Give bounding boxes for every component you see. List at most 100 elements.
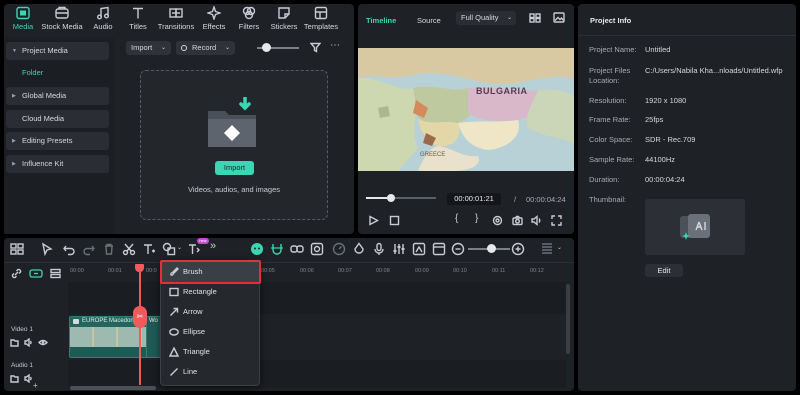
time-separator: / [514, 195, 517, 204]
menu-item-rectangle[interactable]: Rectangle [161, 282, 259, 302]
menu-item-arrow[interactable]: Arrow [161, 302, 259, 322]
value-frame-rate: 25fps [645, 115, 664, 124]
ruler-tick: 00:00 [70, 268, 84, 274]
grid-view-icon[interactable] [529, 13, 541, 23]
track-manager-icon[interactable] [50, 268, 61, 279]
chevron-down-icon: ⌄ [224, 45, 230, 51]
auto-highlight-icon[interactable] [250, 242, 264, 256]
link-clips-icon[interactable] [290, 242, 304, 256]
shapes-draw-icon[interactable] [162, 242, 176, 256]
drop-zone-hint: Videos, audios, and images [187, 185, 280, 194]
project-thumbnail[interactable] [645, 199, 745, 255]
import-button[interactable]: Import [215, 161, 254, 175]
chevron-down-icon: ⌄ [160, 45, 166, 51]
menu-item-line[interactable]: Line [161, 362, 259, 382]
playhead-handle[interactable] [135, 264, 144, 272]
sidebar-item-cloud-media[interactable]: Cloud Media [6, 110, 109, 128]
import-dropdown[interactable]: Import ⌄ [126, 41, 171, 55]
snap-icon[interactable] [270, 242, 284, 256]
layout-grid-icon[interactable] [10, 242, 24, 256]
play-icon[interactable] [368, 215, 379, 226]
map-label-greece: GREECE [420, 152, 446, 158]
arrow-icon [170, 307, 179, 316]
sidebar-item-influence-kit[interactable]: ▶ Influence Kit [6, 155, 109, 173]
add-track-plus-icon[interactable]: + [33, 381, 38, 390]
vertical-scrollbar[interactable] [566, 284, 570, 354]
track-folder-icon[interactable] [10, 338, 19, 347]
quality-dropdown[interactable]: Full Quality ⌄ [456, 11, 516, 25]
camera-snapshot-icon[interactable] [512, 215, 523, 226]
value-project-location: C:/Users/Nabila Kha...nloads/Untitled.wf… [645, 66, 783, 75]
zoom-out-icon[interactable] [451, 242, 465, 256]
track-visibility-icon[interactable] [38, 338, 48, 347]
track-folder-icon[interactable] [10, 374, 19, 383]
sidebar-item-project-media[interactable]: ▼ Project Media [6, 42, 109, 60]
clip-label: Wo [149, 318, 158, 324]
track-mute-icon[interactable] [24, 338, 33, 347]
filter-icon[interactable] [310, 42, 321, 53]
add-track-icon[interactable] [29, 268, 43, 279]
preview-video[interactable]: BULGARIA GREECE [358, 48, 574, 171]
label-resolution: Resolution: [589, 96, 627, 105]
add-text-icon[interactable] [142, 242, 156, 256]
edit-thumbnail-button[interactable]: Edit [645, 264, 683, 277]
more-tools-icon[interactable]: » [210, 240, 216, 252]
playhead-scissors-marker[interactable]: ✂ [133, 306, 147, 328]
label-sample-rate: Sample Rate: [589, 155, 635, 164]
clip-label: EUROPE Macedon [82, 318, 134, 324]
track-mute-icon[interactable] [24, 374, 33, 383]
zoom-slider-handle[interactable] [487, 244, 496, 253]
label-frame-rate: Frame Rate: [589, 115, 631, 124]
clip-video-icon [73, 319, 79, 324]
video-track-header [4, 316, 68, 358]
stickers-tool-icon[interactable] [310, 242, 324, 256]
volume-icon[interactable] [531, 215, 542, 226]
color-match-icon[interactable] [352, 242, 366, 256]
chevron-down-icon[interactable]: ⌄ [177, 244, 182, 251]
playback-handle[interactable] [387, 194, 395, 202]
ai-thumbnail-icon [680, 214, 710, 240]
snapshot-image-icon[interactable] [553, 12, 565, 23]
menu-item-ellipse[interactable]: Ellipse [161, 322, 259, 342]
zoom-in-icon[interactable] [511, 242, 525, 256]
speed-icon[interactable] [332, 242, 346, 256]
tab-templates[interactable]: Templates [299, 6, 343, 34]
chevron-down-icon[interactable]: ⌄ [557, 244, 562, 251]
timeline-layout-icon[interactable] [540, 242, 554, 256]
link-track-icon[interactable] [11, 268, 22, 279]
redo-icon[interactable] [82, 242, 96, 256]
tab-timeline-preview[interactable]: Timeline [366, 16, 396, 25]
microphone-icon[interactable] [372, 242, 386, 256]
slider-handle[interactable] [262, 43, 271, 52]
delete-icon[interactable] [102, 242, 116, 256]
ai-text-icon[interactable] [187, 242, 201, 256]
chevron-down-icon: ⌄ [506, 15, 512, 21]
more-options-icon[interactable]: ⋯ [330, 40, 340, 51]
split-scissors-icon[interactable] [122, 242, 136, 256]
fullscreen-icon[interactable] [551, 215, 562, 226]
undo-icon[interactable] [62, 242, 76, 256]
mark-out-icon[interactable]: } [475, 213, 478, 224]
label-project-location: Project Files Location: [589, 66, 631, 85]
keyframe-icon[interactable] [432, 242, 446, 256]
select-pointer-icon[interactable] [40, 242, 54, 256]
horizontal-scrollbar[interactable] [70, 386, 156, 390]
audio-track-area[interactable] [68, 360, 566, 388]
sidebar-item-editing-presets[interactable]: ▶ Editing Presets [6, 132, 109, 150]
tab-source-preview[interactable]: Source [417, 16, 441, 25]
caret-right-icon: ▶ [12, 93, 16, 99]
folder-import-icon [208, 97, 256, 147]
brush-highlight-border [160, 260, 261, 284]
stop-icon[interactable] [389, 215, 400, 226]
motion-tracking-icon[interactable] [412, 242, 426, 256]
tab-media[interactable]: Media [1, 6, 45, 34]
sidebar-item-folder[interactable]: Folder [6, 64, 109, 82]
menu-item-triangle[interactable]: Triangle [161, 342, 259, 362]
sidebar-item-global-media[interactable]: ▶ Global Media [6, 87, 109, 105]
tab-stock-media[interactable]: Stock Media [40, 6, 84, 34]
record-dropdown[interactable]: Record ⌄ [176, 41, 235, 55]
render-preview-icon[interactable] [492, 215, 503, 226]
mark-in-icon[interactable]: { [455, 213, 458, 224]
audio-mixer-icon[interactable] [392, 242, 406, 256]
record-icon [181, 45, 187, 51]
